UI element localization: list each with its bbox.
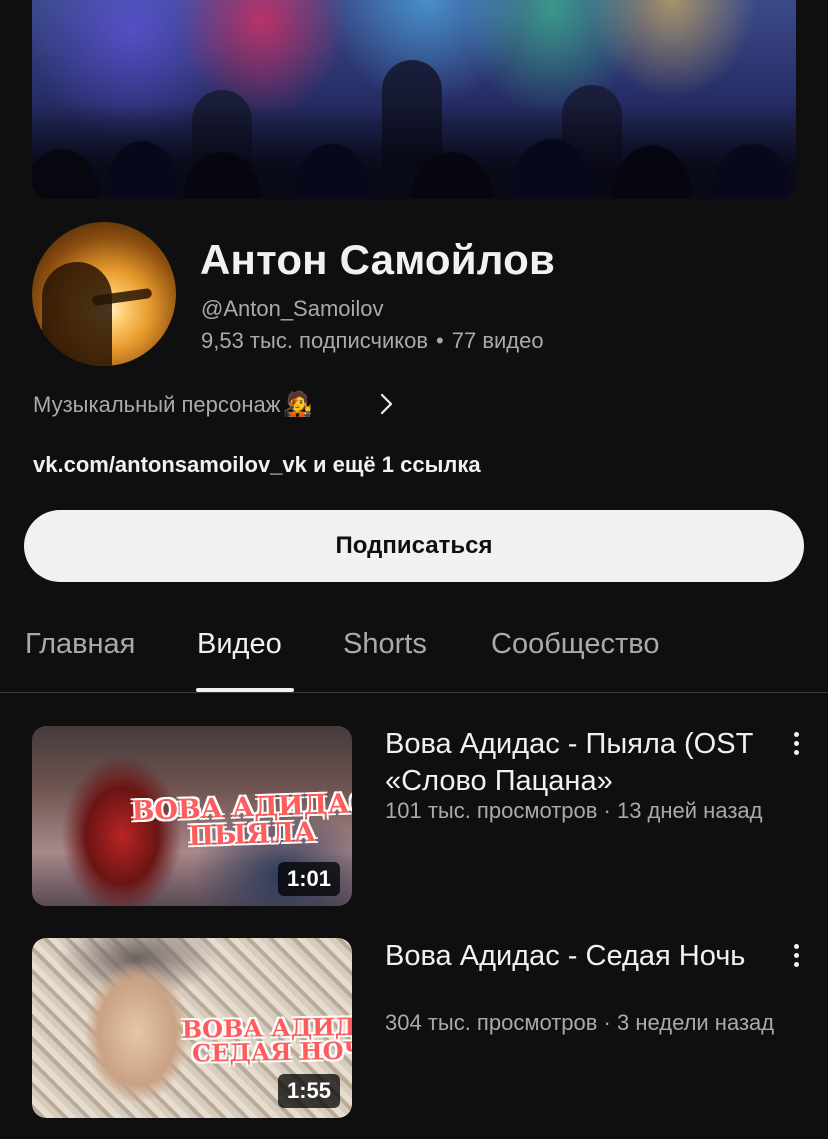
channel-links[interactable]: vk.com/antonsamoilov_vk и ещё 1 ссылка — [33, 452, 481, 478]
video-title[interactable]: Вова Адидас - Седая Ночь — [385, 938, 765, 975]
description-text: Музыкальный персонаж — [33, 391, 281, 417]
channel-banner — [32, 0, 796, 199]
active-tab-indicator — [196, 688, 294, 692]
subscriber-count: 9,53 тыс. подписчиков — [201, 328, 429, 353]
banner-crowd — [32, 104, 796, 199]
video-meta: 304 тыс. просмотров · 3 недели назад — [385, 1010, 775, 1035]
video-title[interactable]: Вова Адидас - Пыяла (OST «Слово Пацана» — [385, 726, 765, 800]
channel-stats: 9,53 тыс. подписчиков • 77 видео — [201, 328, 544, 354]
singer-emoji-icon: 🧑‍🎤 — [282, 391, 313, 418]
tab-home[interactable]: Главная — [25, 628, 135, 661]
channel-avatar[interactable] — [32, 222, 176, 366]
channel-handle: @Anton_Samoilov — [201, 296, 384, 321]
channel-tabs: Главная Видео Shorts Сообщество — [0, 620, 828, 693]
tab-videos[interactable]: Видео — [197, 628, 282, 661]
video-meta: 101 тыс. просмотров · 13 дней назад — [385, 798, 763, 823]
stats-separator: • — [436, 328, 444, 353]
video-item[interactable]: ВОВА АДИДАС ПЫЯЛА 1:01 Вова Адидас - Пыя… — [0, 726, 828, 906]
avatar-silhouette — [42, 262, 112, 366]
channel-name: Антон Самойлов — [200, 236, 556, 283]
video-duration: 1:55 — [277, 1074, 340, 1108]
subscribe-button[interactable]: Подписаться — [24, 510, 804, 582]
video-thumbnail[interactable]: ВОВА АДИДАС ПЫЯЛА 1:01 — [32, 726, 352, 906]
tab-shorts[interactable]: Shorts — [343, 628, 427, 661]
more-vertical-icon[interactable] — [786, 732, 806, 760]
video-thumbnail[interactable]: ВОВА АДИДАС СЕДАЯ НОЧЬ 1:55 — [32, 938, 352, 1118]
video-item[interactable]: ВОВА АДИДАС СЕДАЯ НОЧЬ 1:55 Вова Адидас … — [0, 938, 828, 1118]
thumbnail-title-art: ВОВА АДИДАС СЕДАЯ НОЧЬ — [182, 1011, 352, 1068]
video-count: 77 видео — [451, 328, 544, 353]
tab-community[interactable]: Сообщество — [491, 628, 659, 661]
more-vertical-icon[interactable] — [786, 944, 806, 972]
thumbnail-title-line: СЕДАЯ НОЧЬ — [191, 1035, 352, 1068]
channel-description[interactable]: Музыкальный персонаж 🧑‍🎤 — [33, 390, 312, 419]
video-duration: 1:01 — [277, 862, 340, 896]
thumbnail-title-art: ВОВА АДИДАС ПЫЯЛА — [131, 788, 352, 852]
chevron-right-icon[interactable] — [374, 392, 398, 416]
